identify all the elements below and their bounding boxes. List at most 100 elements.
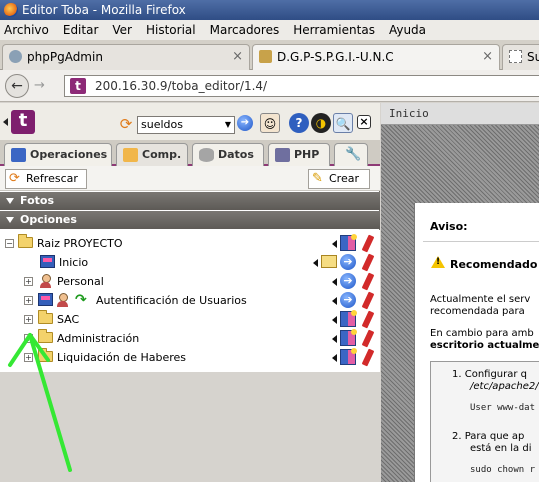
- tree-row[interactable]: + Administración: [0, 329, 380, 348]
- arrow-left-icon[interactable]: [332, 354, 337, 362]
- refresh-button[interactable]: ⟳ Refrescar: [5, 169, 87, 189]
- new-item-icon[interactable]: [340, 329, 357, 346]
- magnifier-icon[interactable]: 🔍: [333, 113, 353, 133]
- recommendation-heading: Recomendado c: [450, 258, 539, 271]
- toba-logo[interactable]: t: [11, 110, 35, 134]
- ball-icon[interactable]: ◑: [311, 113, 331, 133]
- tree-item-label[interactable]: Autentificación de Usuarios: [96, 291, 247, 310]
- arrow-left-icon[interactable]: [332, 240, 337, 248]
- toba-editor-panel: t ⟳ sueldos ▼ ➔ ☺ ? ◑ 🔍 × Operaciones Co…: [0, 103, 380, 372]
- edit-pencil-icon[interactable]: [361, 253, 375, 272]
- arrow-left-icon[interactable]: [332, 335, 337, 343]
- tab-comp[interactable]: Comp.: [116, 143, 188, 166]
- browser-tab-other[interactable]: Su: [502, 44, 539, 70]
- tree-row[interactable]: + Liquidación de Haberes: [0, 348, 380, 367]
- arrow-left-icon[interactable]: [332, 297, 337, 305]
- arrow-left-icon[interactable]: [332, 278, 337, 286]
- window-titlebar: Editor Toba - Mozilla Firefox: [0, 0, 539, 20]
- create-button[interactable]: ✎ Crear: [308, 169, 370, 189]
- menu-ver[interactable]: Ver: [112, 23, 132, 37]
- browser-tab-dgp[interactable]: D.G.P-S.P.G.I.-U.N.C ×: [252, 44, 500, 71]
- tab-comp-label: Comp.: [142, 148, 182, 161]
- go-arrow-icon[interactable]: ➔: [237, 115, 253, 131]
- expand-toggle-icon[interactable]: +: [24, 296, 33, 305]
- edit-pencil-icon[interactable]: [361, 329, 375, 348]
- tab-php[interactable]: PHP: [268, 143, 330, 166]
- tree-item-label[interactable]: Liquidación de Haberes: [57, 348, 186, 367]
- wrench-icon: 🔧: [345, 147, 362, 162]
- expand-toggle-icon[interactable]: +: [24, 315, 33, 324]
- edit-pencil-icon[interactable]: [361, 348, 375, 367]
- folder-icon: [38, 310, 53, 324]
- section-opciones[interactable]: Opciones: [0, 211, 380, 229]
- collapse-toggle-icon[interactable]: −: [5, 239, 14, 248]
- instruction-step: 1. Configurar q: [452, 369, 528, 380]
- help-icon[interactable]: ?: [289, 113, 309, 133]
- tab-tools[interactable]: 🔧: [334, 143, 368, 166]
- tree-row[interactable]: − Raiz PROYECTO: [0, 234, 380, 253]
- refresh-icon: ⟳: [9, 171, 20, 186]
- close-icon[interactable]: ×: [357, 115, 371, 129]
- person-icon: [56, 293, 69, 308]
- section-fotos[interactable]: Fotos: [0, 192, 380, 210]
- tree-item-label[interactable]: SAC: [57, 310, 79, 329]
- new-item-icon[interactable]: [340, 348, 357, 365]
- close-tab-icon[interactable]: ×: [482, 45, 493, 69]
- instruction-path: /etc/apache2/: [470, 381, 539, 392]
- go-arrow-icon[interactable]: ➔: [340, 254, 356, 270]
- arrow-left-icon[interactable]: [313, 259, 318, 267]
- browser-tab-phppgadmin[interactable]: phpPgAdmin ×: [2, 44, 250, 70]
- folder-icon: [38, 348, 53, 362]
- collapse-arrow-icon[interactable]: [3, 118, 8, 126]
- tree-item-label[interactable]: Inicio: [59, 253, 88, 272]
- person-icon: [39, 274, 52, 289]
- site-identity-icon: t: [70, 78, 86, 94]
- go-arrow-icon[interactable]: ➔: [340, 273, 356, 289]
- tree-item-label[interactable]: Administración: [57, 329, 139, 348]
- tree-item-label[interactable]: Personal: [57, 272, 104, 291]
- collapse-triangle-icon: [6, 217, 14, 223]
- site-favicon-icon: [259, 50, 272, 63]
- tree-row[interactable]: Inicio ➔: [0, 253, 380, 272]
- menu-editar[interactable]: Editar: [63, 23, 99, 37]
- elephant-icon: [9, 50, 22, 63]
- notice-text: Actualmente el serv: [430, 294, 531, 305]
- close-tab-icon[interactable]: ×: [232, 45, 243, 69]
- open-folder-icon[interactable]: [321, 255, 337, 268]
- url-bar[interactable]: t 200.16.30.9/toba_editor/1.4/: [64, 75, 539, 97]
- project-select[interactable]: sueldos ▼: [137, 116, 235, 134]
- database-icon: [199, 148, 214, 162]
- tab-operaciones[interactable]: Operaciones: [4, 143, 112, 166]
- tree-row[interactable]: + SAC: [0, 310, 380, 329]
- edit-pencil-icon[interactable]: [361, 310, 375, 329]
- refresh-project-icon[interactable]: ⟳: [116, 114, 136, 134]
- arrow-left-icon[interactable]: [332, 316, 337, 324]
- menu-marcadores[interactable]: Marcadores: [210, 23, 280, 37]
- menu-herramientas[interactable]: Herramientas: [293, 23, 375, 37]
- tab-datos[interactable]: Datos: [192, 143, 264, 166]
- expand-toggle-icon[interactable]: +: [24, 334, 33, 343]
- new-item-icon[interactable]: [340, 310, 357, 327]
- collapse-triangle-icon: [6, 198, 14, 204]
- tree-row[interactable]: + ↷ Autentificación de Usuarios ➔: [0, 291, 380, 310]
- new-item-icon[interactable]: [340, 234, 357, 251]
- back-button[interactable]: ←: [5, 74, 29, 98]
- chevron-down-icon: ▼: [224, 120, 231, 129]
- go-arrow-icon[interactable]: ➔: [340, 292, 356, 308]
- tree-item-label[interactable]: Raiz PROYECTO: [37, 234, 123, 253]
- forward-button[interactable]: →: [34, 78, 45, 93]
- components-icon: [123, 148, 138, 162]
- menu-ayuda[interactable]: Ayuda: [389, 23, 426, 37]
- user-avatar-icon[interactable]: ☺: [260, 113, 280, 133]
- edit-pencil-icon[interactable]: [361, 272, 375, 291]
- menu-historial[interactable]: Historial: [146, 23, 196, 37]
- tab-operaciones-label: Operaciones: [30, 148, 108, 161]
- expand-toggle-icon[interactable]: +: [24, 277, 33, 286]
- tree-row[interactable]: + Personal ➔: [0, 272, 380, 291]
- edit-pencil-icon[interactable]: [361, 291, 375, 310]
- operation-icon: [40, 255, 55, 268]
- menu-archivo[interactable]: Archivo: [4, 23, 49, 37]
- warning-icon: [431, 256, 445, 268]
- expand-toggle-icon[interactable]: +: [24, 353, 33, 362]
- edit-pencil-icon[interactable]: [361, 234, 375, 253]
